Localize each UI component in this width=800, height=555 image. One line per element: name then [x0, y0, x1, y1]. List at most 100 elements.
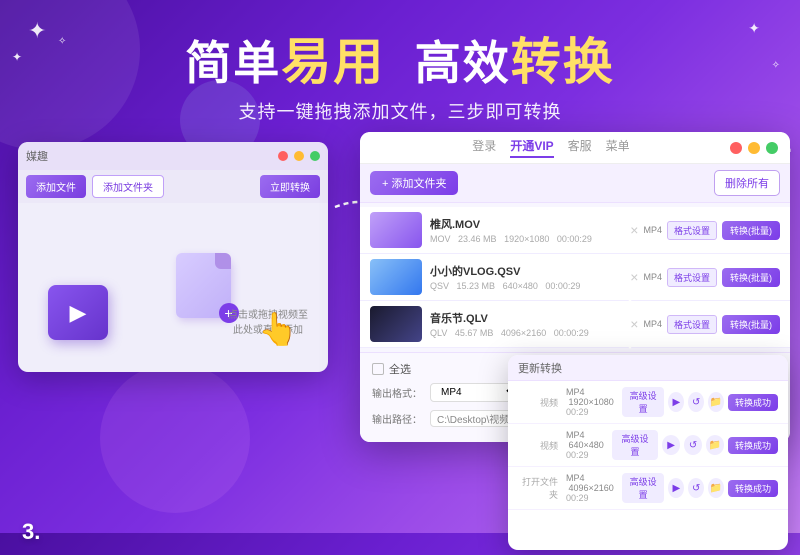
win2-max-btn[interactable]: [766, 142, 778, 154]
win1-body: + ▶ 点击或拖拽视频至此处或直接添加 👆: [18, 203, 328, 358]
result-actions-2: 高级设置 ▶ ↺ 📁 转换成功: [612, 430, 778, 460]
title-part1: 简单: [185, 37, 281, 89]
success-btn-1[interactable]: 转换成功: [728, 394, 778, 411]
result-format-3: MP4 4096×2160: [566, 473, 614, 493]
content-area: 1. 媒趣 添加文件 添加文件夹 立即转换 + ▶ 点击或拖拽视: [0, 132, 800, 555]
step-arrow-2-3: [615, 295, 645, 355]
win1-title: 媒趣: [26, 148, 272, 164]
win1-convert-btn[interactable]: 立即转换: [260, 175, 320, 198]
play-icon: ▶: [70, 300, 87, 326]
output-format-label: 输出格式：: [372, 385, 422, 400]
win3-title: 更新转换: [518, 360, 562, 376]
output-format-select[interactable]: MP4: [430, 383, 520, 402]
file-icon-group: +: [176, 253, 231, 318]
win2-toolbar: + 添加文件夹 删除所有: [360, 164, 790, 203]
win2-delete-all-btn[interactable]: 删除所有: [714, 170, 780, 196]
file-name-2: 小小的VLOG.QSV: [430, 263, 622, 279]
file-thumbnail-1: [370, 212, 422, 248]
win1-close-btn[interactable]: [278, 151, 288, 161]
hand-cursor-icon: 👆: [258, 310, 298, 348]
success-btn-3[interactable]: 转换成功: [728, 480, 778, 497]
title-accent1: 易用: [281, 34, 385, 90]
win2-close-btn[interactable]: [730, 142, 742, 154]
win2-window-controls: [730, 142, 778, 154]
tab-settings[interactable]: 客服: [568, 137, 592, 158]
format-settings-btn-3[interactable]: 格式设置: [667, 315, 717, 334]
file-format-to-1: MP4: [643, 225, 662, 235]
select-all-checkbox[interactable]: [372, 363, 384, 375]
open-file-btn-1[interactable]: 📁: [708, 392, 724, 412]
format-settings-btn-1[interactable]: 格式设置: [667, 221, 717, 240]
result-item-3: 打开文件夹 MP4 4096×2160 00:29 高级设置 ▶ ↺ 📁 转换成…: [508, 467, 788, 510]
result-info-2: MP4 640×480 00:29: [566, 430, 604, 460]
result-actions-1: 高级设置 ▶ ↺ 📁 转换成功: [622, 387, 778, 417]
file-list: 椎风.MOV MOV 23.46 MB 1920×1080 00:00:29 ×…: [360, 203, 790, 352]
result-item-1: 视频 MP4 1920×1080 00:29 高级设置 ▶ ↺ 📁 转换成功: [508, 381, 788, 424]
file-info-1: 椎风.MOV MOV 23.46 MB 1920×1080 00:00:29: [430, 216, 622, 244]
file-name-3: 音乐节.QLV: [430, 310, 622, 326]
table-row: 小小的VLOG.QSV QSV 15.23 MB 640×480 00:00:2…: [360, 254, 790, 301]
convert-btn-3[interactable]: 转换(批量): [722, 315, 780, 334]
refresh-btn-1[interactable]: ↺: [688, 392, 704, 412]
select-all-label: 全选: [389, 361, 411, 377]
tab-vip[interactable]: 开通VIP: [510, 137, 553, 158]
result-actions-3: 高级设置 ▶ ↺ 📁 转换成功: [622, 473, 778, 503]
page-title: 简单易用 高效转换: [185, 22, 615, 94]
play-preview-btn-3[interactable]: ▶: [668, 478, 684, 498]
file-icon: +: [176, 253, 231, 318]
file-name-1: 椎风.MOV: [430, 216, 622, 232]
convert-btn-2[interactable]: 转换(批量): [722, 268, 780, 287]
result-time-3: 00:29: [566, 493, 614, 503]
tab-menu[interactable]: 菜单: [606, 137, 630, 158]
win2-add-file-btn[interactable]: + 添加文件夹: [370, 171, 458, 195]
subtitle: 支持一键拖拽添加文件，三步即可转换: [0, 98, 800, 124]
convert-btn-1[interactable]: 转换(批量): [722, 221, 780, 240]
win1-add-file-btn[interactable]: 添加文件: [26, 175, 86, 198]
result-format-1: MP4 1920×1080: [566, 387, 614, 407]
advanced-settings-btn-3[interactable]: 高级设置: [622, 473, 665, 503]
open-file-btn-3[interactable]: 📁: [708, 478, 724, 498]
file-remove-icon-1[interactable]: ×: [630, 222, 638, 238]
file-meta-1: MOV 23.46 MB 1920×1080 00:00:29: [430, 234, 622, 244]
advanced-settings-btn-2[interactable]: 高级设置: [612, 430, 658, 460]
win1-add-folder-btn[interactable]: 添加文件夹: [92, 175, 164, 198]
output-path-label: 输出路径：: [372, 411, 422, 426]
result-section-3: 打开文件夹: [518, 475, 558, 501]
format-settings-btn-2[interactable]: 格式设置: [667, 268, 717, 287]
file-thumbnail-2: [370, 259, 422, 295]
window-add-files: 媒趣 添加文件 添加文件夹 立即转换 + ▶ 点击或拖拽视频至此处或直接添加: [18, 142, 328, 372]
success-btn-2[interactable]: 转换成功: [728, 437, 778, 454]
win3-titlebar: 更新转换: [508, 355, 788, 381]
file-info-2: 小小的VLOG.QSV QSV 15.23 MB 640×480 00:00:2…: [430, 263, 622, 291]
header: 简单易用 高效转换 支持一键拖拽添加文件，三步即可转换: [0, 0, 800, 124]
refresh-btn-3[interactable]: ↺: [688, 478, 704, 498]
win1-min-btn[interactable]: [294, 151, 304, 161]
title-accent2: 转换: [511, 34, 615, 90]
result-section-2: 视频: [518, 439, 558, 452]
window-results: 更新转换 视频 MP4 1920×1080 00:29 高级设置 ▶ ↺ 📁 转…: [508, 355, 788, 550]
win2-min-btn[interactable]: [748, 142, 760, 154]
win1-max-btn[interactable]: [310, 151, 320, 161]
title-part2: 高效: [415, 37, 511, 89]
tab-login[interactable]: 登录: [472, 137, 496, 158]
win1-toolbar: 添加文件 添加文件夹 立即转换: [18, 170, 328, 203]
file-actions-3: × MP4 格式设置 转换(批量): [630, 315, 780, 334]
file-info-3: 音乐节.QLV QLV 45.67 MB 4096×2160 00:00:29: [430, 310, 622, 338]
file-format-to-2: MP4: [643, 272, 662, 282]
win2-titlebar: 登录 开通VIP 客服 菜单: [360, 132, 790, 164]
advanced-settings-btn-1[interactable]: 高级设置: [622, 387, 665, 417]
table-row: 音乐节.QLV QLV 45.67 MB 4096×2160 00:00:29 …: [360, 301, 790, 348]
file-thumbnail-3: [370, 306, 422, 342]
result-info-3: MP4 4096×2160 00:29: [566, 473, 614, 503]
play-preview-btn-1[interactable]: ▶: [668, 392, 684, 412]
file-remove-icon-2[interactable]: ×: [630, 269, 638, 285]
result-info-1: MP4 1920×1080 00:29: [566, 387, 614, 417]
result-format-2: MP4 640×480: [566, 430, 604, 450]
play-preview-btn-2[interactable]: ▶: [662, 435, 680, 455]
file-meta-3: QLV 45.67 MB 4096×2160 00:00:29: [430, 328, 622, 338]
file-actions-1: × MP4 格式设置 转换(批量): [630, 221, 780, 240]
open-file-btn-2[interactable]: 📁: [706, 435, 724, 455]
file-meta-2: QSV 15.23 MB 640×480 00:00:29: [430, 281, 622, 291]
result-time-2: 00:29: [566, 450, 604, 460]
refresh-btn-2[interactable]: ↺: [684, 435, 702, 455]
